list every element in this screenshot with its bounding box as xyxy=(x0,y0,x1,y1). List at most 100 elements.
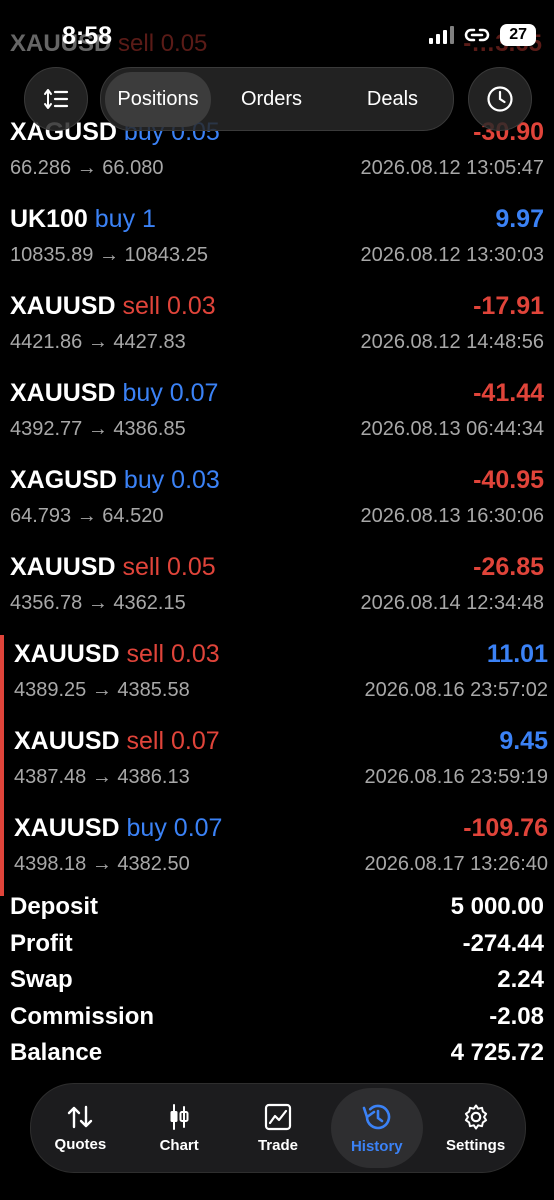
battery-icon: 27 xyxy=(500,24,536,46)
deal-side: sell 0.03 xyxy=(126,640,220,668)
quotes-icon xyxy=(68,1105,93,1128)
deal-profit: 9.45 xyxy=(499,727,548,755)
tab-deals[interactable]: Deals xyxy=(332,88,453,111)
nav-label: Chart xyxy=(159,1136,199,1154)
deal-time: 2026.08.16 23:59:19 xyxy=(364,766,548,788)
history-tab-bar: Positions Orders Deals xyxy=(100,67,454,131)
deal-row[interactable]: XAUUSD buy 0.07 -109.76 4398.18 → 4382.50 2… xyxy=(0,809,554,896)
status-icons: 27 xyxy=(429,24,536,46)
deal-time: 2026.08.17 13:26:40 xyxy=(364,853,548,875)
summary-value: -2.08 xyxy=(489,1002,544,1030)
deal-row[interactable]: XAUUSD sell 0.07 9.45 4387.48 → 4386.13 202… xyxy=(0,722,554,809)
deal-prices: 64.793 → 64.520 xyxy=(10,505,164,527)
deal-time: 2026.08.13 06:44:34 xyxy=(360,418,544,440)
deal-row[interactable]: UK100 buy 1 9.97 10835.89 → 10843.25 2026.0… xyxy=(0,200,554,287)
deal-side: sell 0.03 xyxy=(122,292,216,320)
deal-side: buy 0.07 xyxy=(126,814,223,842)
deal-row[interactable]: XAGUSD buy 0.03 -40.95 64.793 → 64.520 2026… xyxy=(0,461,554,548)
deal-prices: 66.286 → 66.080 xyxy=(10,157,164,179)
deal-side: buy 1 xyxy=(94,205,156,233)
deal-time: 2026.08.12 13:30:03 xyxy=(360,244,544,266)
chart-icon xyxy=(170,1103,189,1130)
nav-label: History xyxy=(350,1137,403,1155)
sort-icon xyxy=(44,89,69,109)
deal-time: 2026.08.12 13:05:47 xyxy=(360,157,544,179)
nav-settings[interactable]: Settings xyxy=(430,1088,522,1168)
deal-symbol: XAUUSD sell 0.03 xyxy=(10,292,216,321)
bottom-navigation: Quotes Chart Trade History Settings xyxy=(30,1083,526,1173)
account-summary: Deposit 5 000.00 Profit -274.44 Swap 2.2… xyxy=(10,893,544,1076)
deal-side: buy 0.07 xyxy=(122,379,219,407)
deal-row[interactable]: XAUUSD sell 0.03 11.01 4389.25 → 4385.58 20… xyxy=(0,635,554,722)
summary-value: -274.44 xyxy=(462,929,544,957)
deal-prices: 4389.25 → 4385.58 xyxy=(14,679,190,701)
deal-side: sell 0.05 xyxy=(122,553,216,581)
nav-trade[interactable]: Trade xyxy=(232,1088,324,1168)
deal-prices: 10835.89 → 10843.25 xyxy=(10,244,208,266)
summary-profit: Profit -274.44 xyxy=(10,930,544,967)
summary-label: Profit xyxy=(10,929,73,957)
deal-symbol-text: XAUUSD xyxy=(14,727,120,755)
deal-symbol-text: XAUUSD xyxy=(10,292,116,320)
deal-symbol: XAUUSD sell 0.03 xyxy=(14,640,220,669)
deal-symbol-text: XAGUSD xyxy=(10,466,117,494)
nav-label: Settings xyxy=(445,1136,506,1154)
signal-icon xyxy=(429,26,455,44)
deal-symbol-text: XAUUSD xyxy=(14,640,120,668)
nav-label: Quotes xyxy=(54,1135,107,1153)
nav-quotes[interactable]: Quotes xyxy=(34,1088,126,1168)
period-button[interactable] xyxy=(468,67,532,131)
deal-symbol: XAUUSD sell 0.07 xyxy=(14,727,220,756)
deal-time: 2026.08.13 16:30:06 xyxy=(360,505,544,527)
tab-orders[interactable]: Orders xyxy=(211,88,332,111)
summary-balance: Balance 4 725.72 xyxy=(10,1039,544,1076)
deal-symbol: XAUUSD buy 0.07 xyxy=(10,379,218,408)
deal-row[interactable]: XAUUSD sell 0.05 -26.85 4356.78 → 4362.15 2… xyxy=(0,548,554,635)
summary-swap: Swap 2.24 xyxy=(10,966,544,1003)
deal-side: sell 0.07 xyxy=(126,727,220,755)
deal-symbol-text: XAUUSD xyxy=(14,814,120,842)
summary-commission: Commission -2.08 xyxy=(10,1003,544,1040)
deal-profit: 11.01 xyxy=(486,640,548,668)
deal-symbol-text: UK100 xyxy=(10,205,88,233)
deal-prices: 4392.77 → 4386.85 xyxy=(10,418,186,440)
history-icon xyxy=(362,1104,391,1129)
tab-positions[interactable]: Positions xyxy=(105,71,211,127)
link-icon xyxy=(465,28,490,42)
deal-symbol: UK100 buy 1 xyxy=(10,205,156,234)
summary-label: Commission xyxy=(10,1002,155,1030)
deal-symbol: XAUUSD sell 0.05 xyxy=(10,553,216,582)
status-bar: 8:58 27 xyxy=(0,0,554,70)
summary-deposit: Deposit 5 000.00 xyxy=(10,893,544,930)
nav-chart[interactable]: Chart xyxy=(133,1088,225,1168)
deal-profit: -40.95 xyxy=(473,466,544,494)
status-time: 8:58 xyxy=(62,22,113,50)
deal-profit: -109.76 xyxy=(463,814,548,842)
deal-symbol-text: XAUUSD xyxy=(10,553,116,581)
summary-label: Deposit xyxy=(10,893,99,920)
deal-profit: -41.44 xyxy=(473,379,544,407)
deal-time: 2026.08.16 23:57:02 xyxy=(364,679,548,701)
deal-symbol: XAGUSD buy 0.03 xyxy=(10,466,220,495)
summary-value: 5 000.00 xyxy=(450,893,544,920)
deal-prices: 4421.86 → 4427.83 xyxy=(10,331,186,353)
deal-prices: 4356.78 → 4362.15 xyxy=(10,592,186,614)
trade-icon xyxy=(264,1103,292,1130)
summary-label: Swap xyxy=(10,966,73,993)
deal-row[interactable]: XAUUSD sell 0.03 -17.91 4421.86 → 4427.83 2… xyxy=(0,287,554,374)
nav-history[interactable]: History xyxy=(330,1088,423,1168)
deal-symbol-text: XAUUSD xyxy=(10,379,116,407)
deal-profit: -17.91 xyxy=(473,292,544,320)
settings-icon xyxy=(464,1104,487,1129)
deal-time: 2026.08.14 12:34:48 xyxy=(360,592,544,614)
deal-prices: 4387.48 → 4386.13 xyxy=(14,766,190,788)
deal-side: buy 0.03 xyxy=(123,466,220,494)
nav-label: Trade xyxy=(257,1136,298,1154)
summary-value: 2.24 xyxy=(497,966,544,993)
summary-value: 4 725.72 xyxy=(450,1039,544,1066)
clock-icon xyxy=(487,86,513,112)
deal-prices: 4398.18 → 4382.50 xyxy=(14,853,190,875)
sort-button[interactable] xyxy=(24,67,88,131)
deal-time: 2026.08.12 14:48:56 xyxy=(360,331,544,353)
deal-row[interactable]: XAUUSD buy 0.07 -41.44 4392.77 → 4386.85 20… xyxy=(0,374,554,461)
